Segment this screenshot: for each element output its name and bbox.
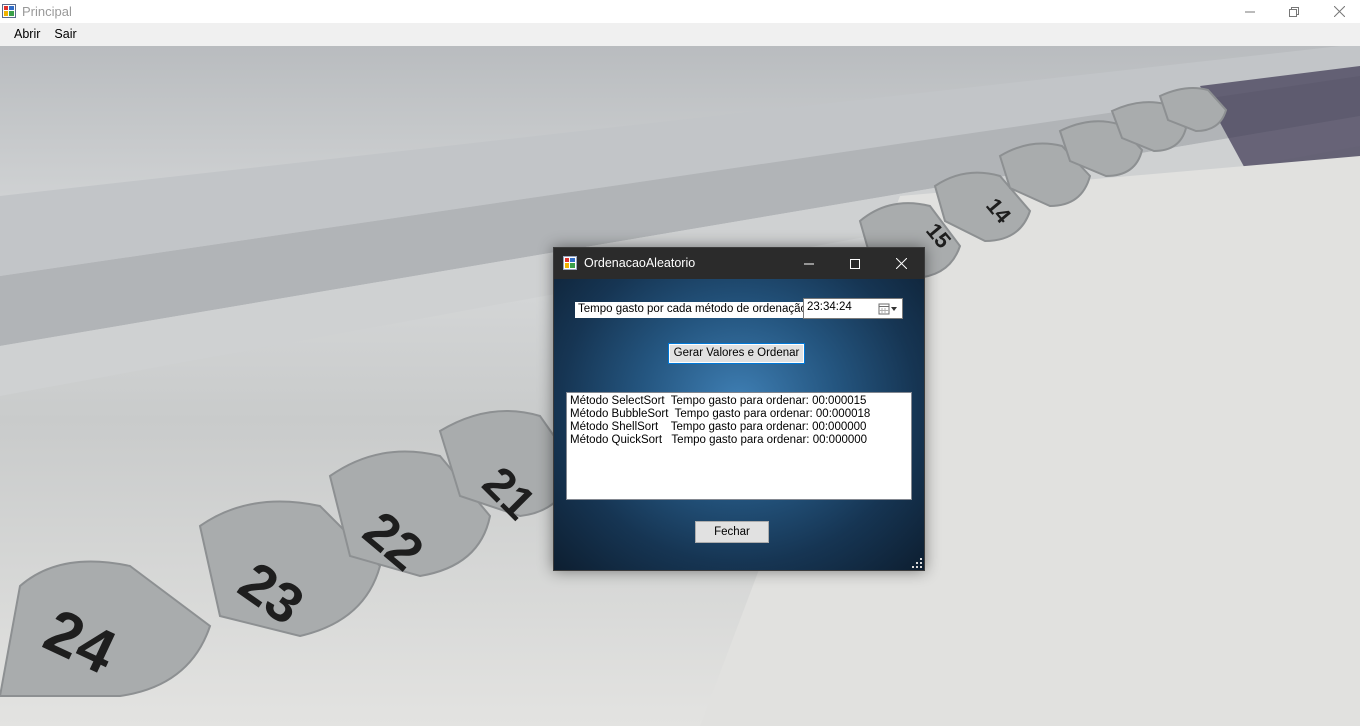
- minimize-button[interactable]: [1227, 0, 1273, 23]
- child-close-button[interactable]: [878, 248, 924, 279]
- time-label: Tempo gasto por cada método de ordenação: [575, 302, 810, 318]
- resize-grip-icon[interactable]: [912, 558, 922, 568]
- list-item[interactable]: Método ShellSort Tempo gasto para ordena…: [570, 421, 908, 434]
- restore-icon: [1289, 6, 1299, 17]
- child-client-area: Tempo gasto por cada método de ordenação…: [554, 279, 924, 570]
- app-icon: [563, 256, 577, 270]
- child-minimize-button[interactable]: [786, 248, 832, 279]
- close-window-button[interactable]: [1316, 0, 1360, 23]
- minimize-icon: [1245, 11, 1255, 12]
- close-icon: [895, 258, 907, 269]
- window-title: Principal: [22, 4, 72, 19]
- menu-sair[interactable]: Sair: [47, 23, 83, 46]
- list-item[interactable]: Método QuickSort Tempo gasto para ordena…: [570, 434, 908, 447]
- minimize-icon: [804, 263, 814, 264]
- menu-abrir[interactable]: Abrir: [7, 23, 47, 46]
- calendar-icon: [878, 303, 897, 314]
- restore-button[interactable]: [1271, 0, 1317, 23]
- generate-and-sort-button[interactable]: Gerar Valores e Ordenar: [668, 343, 805, 364]
- menu-bar: Abrir Sair: [0, 23, 1360, 46]
- child-titlebar[interactable]: OrdenacaoAleatorio: [554, 248, 924, 279]
- time-value: 23:34:24: [807, 301, 852, 313]
- app-icon: [2, 4, 16, 18]
- maximize-icon: [850, 258, 860, 269]
- time-picker[interactable]: 23:34:24: [803, 298, 903, 319]
- child-maximize-button[interactable]: [832, 248, 878, 279]
- main-titlebar[interactable]: Principal: [0, 0, 1360, 23]
- calendar-dropdown-button[interactable]: [877, 301, 899, 316]
- child-window-title: OrdenacaoAleatorio: [584, 256, 696, 270]
- fechar-button[interactable]: Fechar: [695, 521, 769, 543]
- list-item[interactable]: Método SelectSort Tempo gasto para orden…: [570, 395, 908, 408]
- close-icon: [1333, 6, 1345, 17]
- results-listbox[interactable]: Método SelectSort Tempo gasto para orden…: [566, 392, 912, 500]
- ordenacao-window: OrdenacaoAleatorio Tempo gasto por cada …: [553, 247, 925, 571]
- list-item[interactable]: Método BubbleSort Tempo gasto para orden…: [570, 408, 908, 421]
